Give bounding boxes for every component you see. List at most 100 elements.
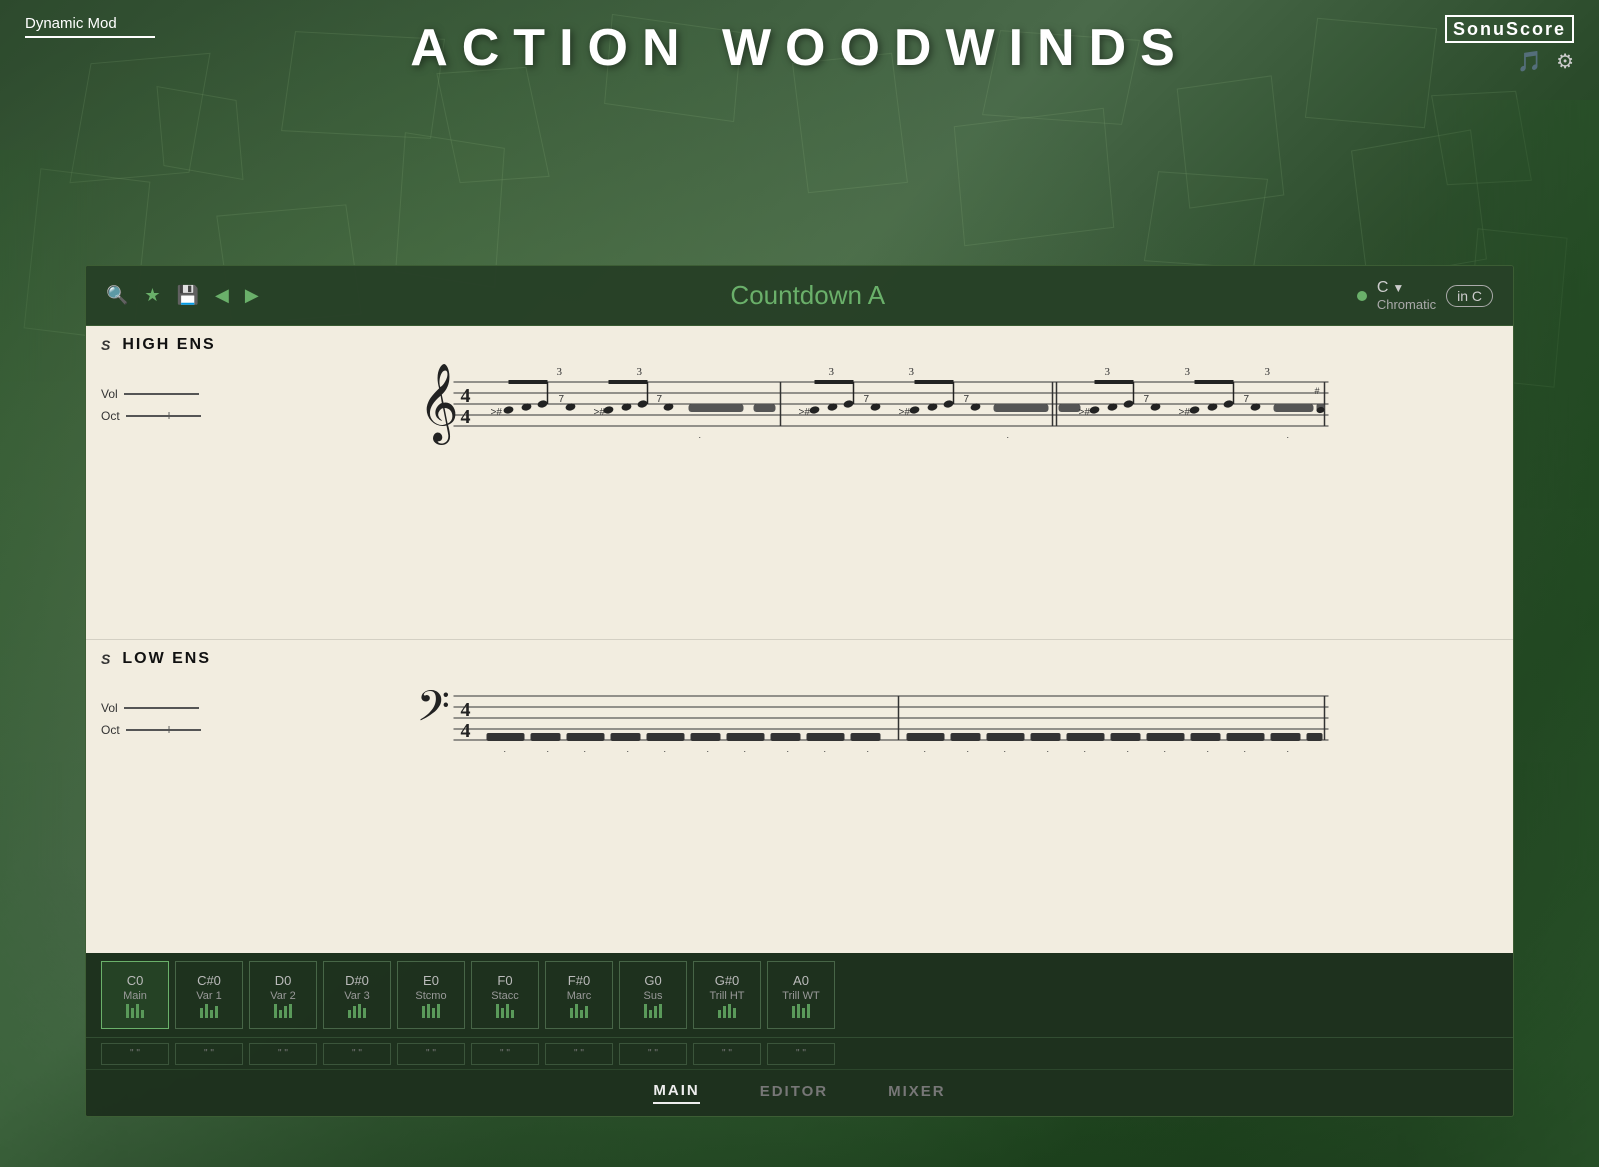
second-keymaps-row: " " " " " " " " " " " " " " " " " " " " [86, 1038, 1513, 1070]
preset-title: Countdown A [275, 280, 1341, 311]
small-keymap-text-6: " " [574, 1048, 584, 1059]
small-keymap-text-5: " " [500, 1048, 510, 1059]
keymap-c0[interactable]: C0 Main [101, 961, 169, 1029]
low-oct-slider[interactable]: —I— [126, 729, 201, 731]
keymap-note-7: G0 [644, 973, 661, 988]
svg-text:.: . [707, 744, 710, 754]
keymap-e0[interactable]: E0Stcmo [397, 961, 465, 1029]
keymap-bar-9-0 [792, 1006, 795, 1018]
svg-text:4: 4 [461, 385, 471, 407]
keymap-f0[interactable]: F0Stacc [471, 961, 539, 1029]
key-sub: Chromatic [1377, 297, 1436, 312]
low-vol-slider[interactable]: — [124, 707, 199, 709]
tab-mixer[interactable]: MIXER [888, 1083, 946, 1103]
svg-text:3: 3 [829, 366, 835, 378]
svg-text:.: . [1244, 744, 1247, 754]
keymap-g0[interactable]: G0Sus [619, 961, 687, 1029]
svg-text:7: 7 [864, 394, 870, 405]
svg-text:>#: ># [1079, 407, 1091, 418]
high-ens-notation: 𝄞 4 4 3 [239, 360, 1498, 450]
vol-slider[interactable]: — [124, 393, 199, 395]
svg-text:.: . [1084, 744, 1087, 754]
low-ens-row: S LOW ENS Vol — Oct [86, 640, 1513, 953]
svg-text:.: . [1287, 430, 1290, 440]
keymap-a0[interactable]: A0Trill WT [767, 961, 835, 1029]
svg-text:.: . [627, 744, 630, 754]
header: Dynamic Mod ACTION WOODWINDS SonuScore 🎵… [0, 0, 1599, 140]
toolbar-right: C ▼ Chromatic in C [1357, 279, 1493, 312]
small-keymap-text-0: " " [130, 1048, 140, 1059]
favorites-icon[interactable]: ★ [144, 285, 160, 306]
keymap-fs0[interactable]: F#0Marc [545, 961, 613, 1029]
keymap-label-2: Var 2 [270, 990, 295, 1002]
key-dropdown[interactable]: C ▼ Chromatic [1377, 279, 1436, 312]
keymap-bar-6-0 [570, 1008, 573, 1018]
svg-text:3: 3 [637, 366, 643, 378]
low-ens-title: LOW ENS [122, 650, 211, 668]
keymap-bar-8-1 [723, 1006, 726, 1018]
keymap-bar-8-3 [733, 1008, 736, 1018]
tab-main[interactable]: MAIN [653, 1082, 699, 1104]
app-title: ACTION WOODWINDS [410, 18, 1189, 78]
small-keymap-8[interactable]: " " [693, 1043, 761, 1065]
keymap-bar-4-1 [427, 1004, 430, 1018]
keymap-bar-7-1 [649, 1010, 652, 1018]
svg-text:.: . [1164, 744, 1167, 754]
prev-button[interactable]: ◀ [215, 285, 229, 306]
small-keymap-6[interactable]: " " [545, 1043, 613, 1065]
keymap-bar-5-2 [506, 1004, 509, 1018]
next-button[interactable]: ▶ [245, 285, 259, 306]
keymap-bar-5-0 [496, 1004, 499, 1018]
keymap-note-4: E0 [423, 973, 439, 988]
svg-text:7: 7 [1144, 394, 1150, 405]
oct-slider-row: Oct —I— [101, 409, 231, 423]
svg-text:4: 4 [461, 406, 471, 428]
keymap-gs0[interactable]: G#0Trill HT [693, 961, 761, 1029]
oct-slider[interactable]: —I— [126, 415, 201, 417]
low-ens-staff-area: Vol — Oct —I— [101, 674, 1498, 764]
small-keymap-5[interactable]: " " [471, 1043, 539, 1065]
svg-text:.: . [547, 744, 550, 754]
keymap-bar-2-0 [274, 1004, 277, 1018]
small-keymap-0[interactable]: " " [101, 1043, 169, 1065]
svg-text:>#: ># [799, 407, 811, 418]
keymap-bar-2-2 [284, 1006, 287, 1018]
bottom-section: C0 Main C#0Var 1D0Var 2D#0Var 3E0StcmoF0St… [86, 953, 1513, 1116]
keymap-cs0[interactable]: C#0Var 1 [175, 961, 243, 1029]
keymap-note-0: C0 [127, 973, 144, 988]
content-area: 🔍 ★ 💾 ◀ ▶ Countdown A C ▼ Chromatic in C [85, 265, 1514, 1117]
small-keymap-7[interactable]: " " [619, 1043, 687, 1065]
tabs-row: MAIN EDITOR MIXER [86, 1070, 1513, 1116]
keymap-bar-3-0 [348, 1010, 351, 1018]
keymap-label-0: Main [123, 990, 147, 1002]
low-ens-header: S LOW ENS [101, 650, 1498, 668]
keymap-d0[interactable]: D0Var 2 [249, 961, 317, 1029]
svg-text:.: . [744, 744, 747, 754]
keymap-bar-0-2 [136, 1004, 139, 1018]
small-keymap-text-7: " " [648, 1048, 658, 1059]
header-icons: 🎵 ⚙ [1517, 49, 1574, 74]
save-icon[interactable]: 💾 [177, 285, 199, 306]
svg-text:3: 3 [909, 366, 915, 378]
small-keymap-3[interactable]: " " [323, 1043, 391, 1065]
high-ens-row: S HIGH ENS Vol — Oct [86, 326, 1513, 640]
keymap-bar-5-3 [511, 1010, 514, 1018]
keymap-note-9: A0 [793, 973, 809, 988]
small-keymap-9[interactable]: " " [767, 1043, 835, 1065]
low-ens-s-label: S [101, 651, 110, 667]
high-ens-s-label: S [101, 337, 110, 353]
keymap-ds0[interactable]: D#0Var 3 [323, 961, 391, 1029]
tab-editor[interactable]: EDITOR [760, 1083, 828, 1103]
svg-text:.: . [1047, 744, 1050, 754]
small-keymap-4[interactable]: " " [397, 1043, 465, 1065]
in-c-badge: in C [1446, 285, 1493, 307]
search-icon[interactable]: 🔍 [106, 285, 128, 306]
keymap-bar-9-1 [797, 1004, 800, 1018]
small-keymap-2[interactable]: " " [249, 1043, 317, 1065]
svg-text:7: 7 [559, 394, 565, 405]
settings-icon[interactable]: ⚙ [1556, 49, 1574, 74]
harp-icon[interactable]: 🎵 [1517, 49, 1542, 74]
small-keymap-1[interactable]: " " [175, 1043, 243, 1065]
keymap-bar-0-1 [131, 1008, 134, 1018]
keymap-bar-2-3 [289, 1004, 292, 1018]
